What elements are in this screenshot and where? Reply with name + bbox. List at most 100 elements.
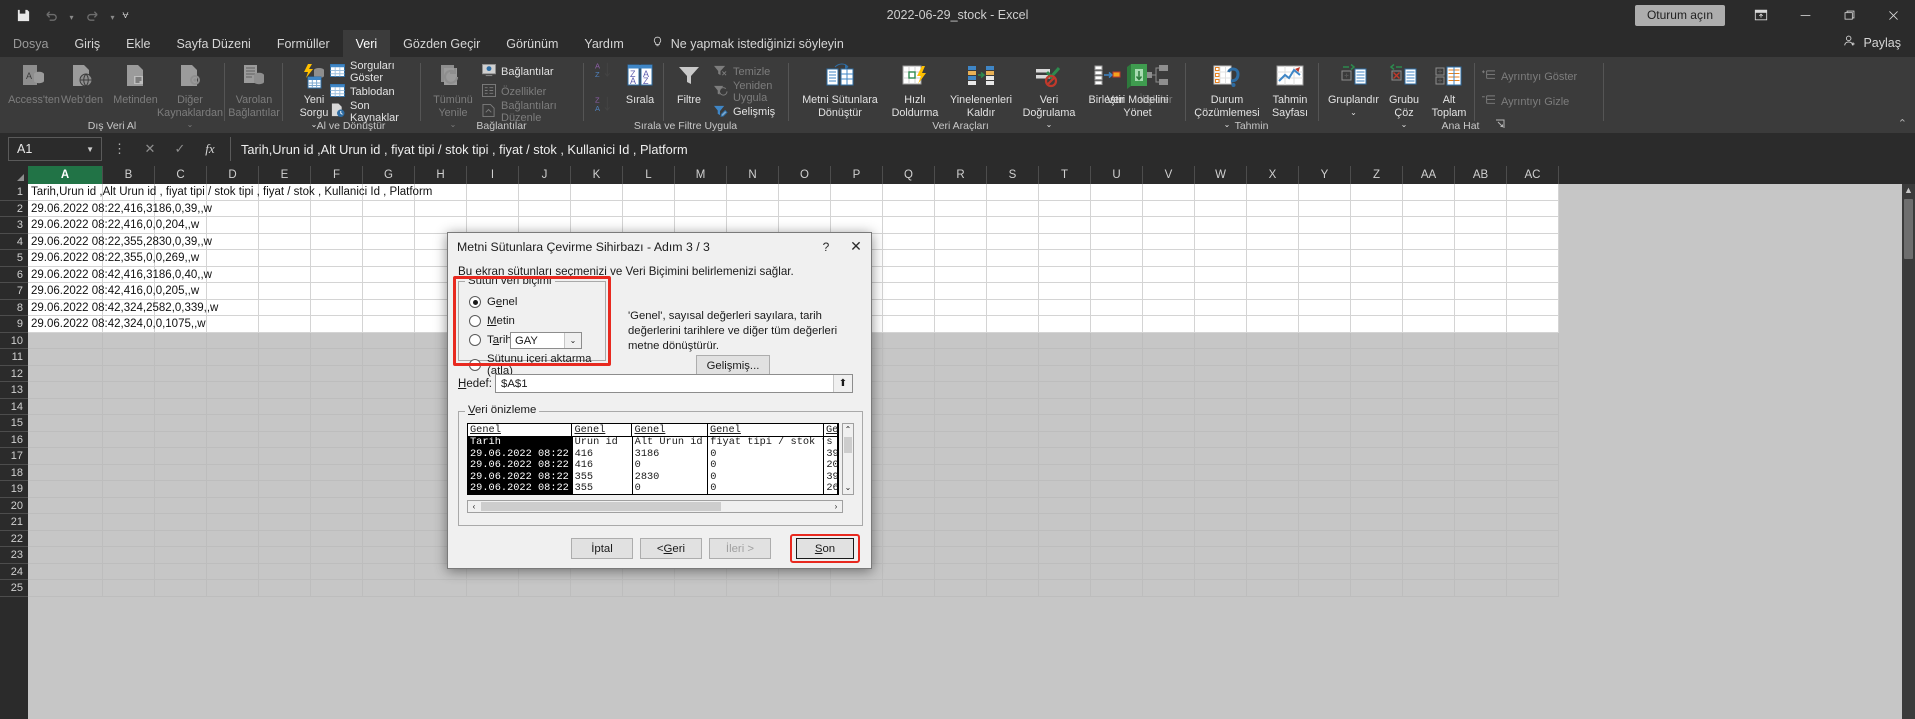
cell-R25[interactable] <box>935 580 987 597</box>
cell-AB25[interactable] <box>1455 580 1507 597</box>
cancel-icon[interactable]: ✕ <box>135 137 165 161</box>
cell-AA15[interactable] <box>1403 415 1455 432</box>
cell-U14[interactable] <box>1091 398 1143 415</box>
cell-D7[interactable] <box>207 283 259 300</box>
cell-G15[interactable] <box>363 415 415 432</box>
cell-F11[interactable] <box>311 349 363 366</box>
cell-AA13[interactable] <box>1403 382 1455 399</box>
cell-G5[interactable] <box>363 250 415 267</box>
cell-X23[interactable] <box>1247 547 1299 564</box>
ribbon-button-sirala[interactable]: ZAAZ Sırala <box>619 60 661 107</box>
tab-dosya[interactable]: Dosya <box>0 30 61 57</box>
cell-AB22[interactable] <box>1455 530 1507 547</box>
cell-A15[interactable] <box>28 415 103 432</box>
cell-AB15[interactable] <box>1455 415 1507 432</box>
cell-Y1[interactable] <box>1299 184 1351 201</box>
cell-Y4[interactable] <box>1299 233 1351 250</box>
cell-Y12[interactable] <box>1299 365 1351 382</box>
cell-AC18[interactable] <box>1507 464 1559 481</box>
cell-Q10[interactable] <box>883 332 935 349</box>
cell-AA2[interactable] <box>1403 200 1455 217</box>
cell-F12[interactable] <box>311 365 363 382</box>
cell-AB16[interactable] <box>1455 431 1507 448</box>
cell-G14[interactable] <box>363 398 415 415</box>
cell-G3[interactable] <box>363 217 415 234</box>
cell-Y5[interactable] <box>1299 250 1351 267</box>
cell-S10[interactable] <box>987 332 1039 349</box>
preview-column-format-header[interactable]: Genel <box>632 424 708 436</box>
cell-Q8[interactable] <box>883 299 935 316</box>
cell-B10[interactable] <box>103 332 155 349</box>
cell-E5[interactable] <box>259 250 311 267</box>
cell-J1[interactable] <box>519 184 571 201</box>
cell-W20[interactable] <box>1195 497 1247 514</box>
cell-Z3[interactable] <box>1351 217 1403 234</box>
cell-G4[interactable] <box>363 233 415 250</box>
cell-W12[interactable] <box>1195 365 1247 382</box>
cell-S13[interactable] <box>987 382 1039 399</box>
cell-U24[interactable] <box>1091 563 1143 580</box>
row-header-11[interactable]: 11 <box>0 349 28 366</box>
cell-G17[interactable] <box>363 448 415 465</box>
cell-C23[interactable] <box>155 547 207 564</box>
cell-S6[interactable] <box>987 266 1039 283</box>
cell-V3[interactable] <box>1143 217 1195 234</box>
column-header-N[interactable]: N <box>727 166 779 184</box>
cell-F17[interactable] <box>311 448 363 465</box>
cell-A19[interactable] <box>28 481 103 498</box>
cell-R19[interactable] <box>935 481 987 498</box>
cell-U11[interactable] <box>1091 349 1143 366</box>
cell-R12[interactable] <box>935 365 987 382</box>
cell-W8[interactable] <box>1195 299 1247 316</box>
cell-W13[interactable] <box>1195 382 1247 399</box>
cell-T9[interactable] <box>1039 316 1091 333</box>
cell-D14[interactable] <box>207 398 259 415</box>
cell-W17[interactable] <box>1195 448 1247 465</box>
ribbon-button-sorgulari-goster[interactable]: Sorguları Göster <box>330 60 420 84</box>
cell-Q17[interactable] <box>883 448 935 465</box>
cell-AA10[interactable] <box>1403 332 1455 349</box>
cell-U5[interactable] <box>1091 250 1143 267</box>
cell-Z10[interactable] <box>1351 332 1403 349</box>
cell-Z23[interactable] <box>1351 547 1403 564</box>
cell-F25[interactable] <box>311 580 363 597</box>
cell-D5[interactable] <box>207 250 259 267</box>
cell-Z4[interactable] <box>1351 233 1403 250</box>
cell-T11[interactable] <box>1039 349 1091 366</box>
cell-Z17[interactable] <box>1351 448 1403 465</box>
column-header-F[interactable]: F <box>311 166 363 184</box>
cell-Z11[interactable] <box>1351 349 1403 366</box>
cell-A4[interactable]: 29.06.2022 08:22,355,2830,0,39,,w <box>28 233 212 250</box>
cell-D10[interactable] <box>207 332 259 349</box>
cell-B23[interactable] <box>103 547 155 564</box>
preview-column-format-header[interactable]: Genel <box>708 424 824 436</box>
cell-A10[interactable] <box>28 332 103 349</box>
cell-G20[interactable] <box>363 497 415 514</box>
cell-X3[interactable] <box>1247 217 1299 234</box>
cell-C14[interactable] <box>155 398 207 415</box>
row-header-21[interactable]: 21 <box>0 514 28 531</box>
column-header-AB[interactable]: AB <box>1455 166 1507 184</box>
row-header-15[interactable]: 15 <box>0 415 28 432</box>
column-header-W[interactable]: W <box>1195 166 1247 184</box>
ribbon-button-son-kaynaklar[interactable]: Son Kaynaklar <box>330 100 420 124</box>
column-header-K[interactable]: K <box>571 166 623 184</box>
cell-S16[interactable] <box>987 431 1039 448</box>
cell-AC9[interactable] <box>1507 316 1559 333</box>
cell-S12[interactable] <box>987 365 1039 382</box>
cell-Z6[interactable] <box>1351 266 1403 283</box>
ribbon-button-ozellikler[interactable]: Özellikler <box>482 83 546 100</box>
cell-D12[interactable] <box>207 365 259 382</box>
ribbon-button-alt-toplam[interactable]: Alt Toplam <box>1428 60 1470 119</box>
cell-X18[interactable] <box>1247 464 1299 481</box>
cell-V4[interactable] <box>1143 233 1195 250</box>
cell-V2[interactable] <box>1143 200 1195 217</box>
cell-R17[interactable] <box>935 448 987 465</box>
cell-AA21[interactable] <box>1403 514 1455 531</box>
cell-X7[interactable] <box>1247 283 1299 300</box>
cell-W19[interactable] <box>1195 481 1247 498</box>
cell-M25[interactable] <box>675 580 727 597</box>
scroll-up-icon[interactable]: ▲ <box>1902 184 1915 197</box>
cell-AB1[interactable] <box>1455 184 1507 201</box>
row-header-19[interactable]: 19 <box>0 481 28 498</box>
